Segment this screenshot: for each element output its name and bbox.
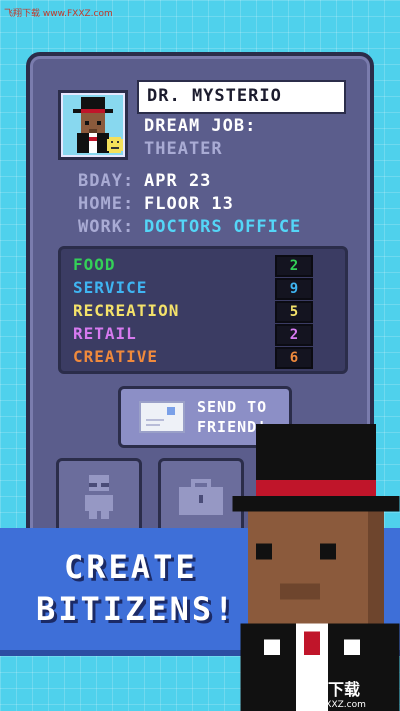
dream-job-label: DREAM JOB: [144, 116, 257, 136]
person-icon [85, 475, 113, 519]
watermark-bottom: 飞翔下载 www.FXXZ.com [296, 676, 396, 710]
watermark-top: 飞翔下载 www.FXXZ.com [4, 9, 113, 19]
stat-retail-label: RETAIL [73, 324, 137, 343]
dream-job-value: THEATER [144, 139, 223, 159]
bday-value: APR 23 [144, 171, 212, 191]
stat-creative-label: CREATIVE [73, 347, 159, 366]
send-label-line1: SEND TO [197, 398, 268, 416]
stat-service-value: 9 [275, 278, 313, 300]
watermark-bottom-url: www.FXXZ.com [296, 700, 366, 710]
bitizen-name: DR. MYSTERIO [147, 86, 282, 106]
stat-food-label: FOOD [73, 255, 116, 274]
work-value[interactable]: DOCTORS OFFICE [144, 217, 301, 237]
banner-line-bitizens: BITIZENS! [36, 590, 237, 628]
home-value: FLOOR 13 [144, 194, 234, 214]
dress-bitizen-button[interactable] [56, 458, 142, 538]
stat-service-label: SERVICE [73, 278, 148, 297]
bday-label: BDAY: [78, 171, 135, 191]
bitizen-character-illustration [232, 424, 400, 711]
watermark-bottom-text: 飞翔下载 [296, 680, 361, 699]
bitizen-name-field[interactable]: DR. MYSTERIO [137, 80, 346, 114]
stat-recreation-value: 5 [275, 301, 313, 323]
banner-line-create: CREATE [64, 548, 198, 586]
stat-retail-value: 2 [275, 324, 313, 346]
stat-creative-value: 6 [275, 347, 313, 369]
work-label: WORK: [78, 217, 135, 237]
home-label: HOME: [78, 194, 135, 214]
bitizen-portrait[interactable] [58, 90, 128, 160]
stat-recreation-label: RECREATION [73, 301, 180, 320]
smiley-icon [107, 137, 123, 153]
briefcase-icon [179, 479, 223, 515]
envelope-icon [139, 401, 185, 433]
skill-stats-panel: FOOD 2 SERVICE 9 RECREATION 5 RETAIL 2 C… [58, 246, 348, 374]
stat-food-value: 2 [275, 255, 313, 277]
